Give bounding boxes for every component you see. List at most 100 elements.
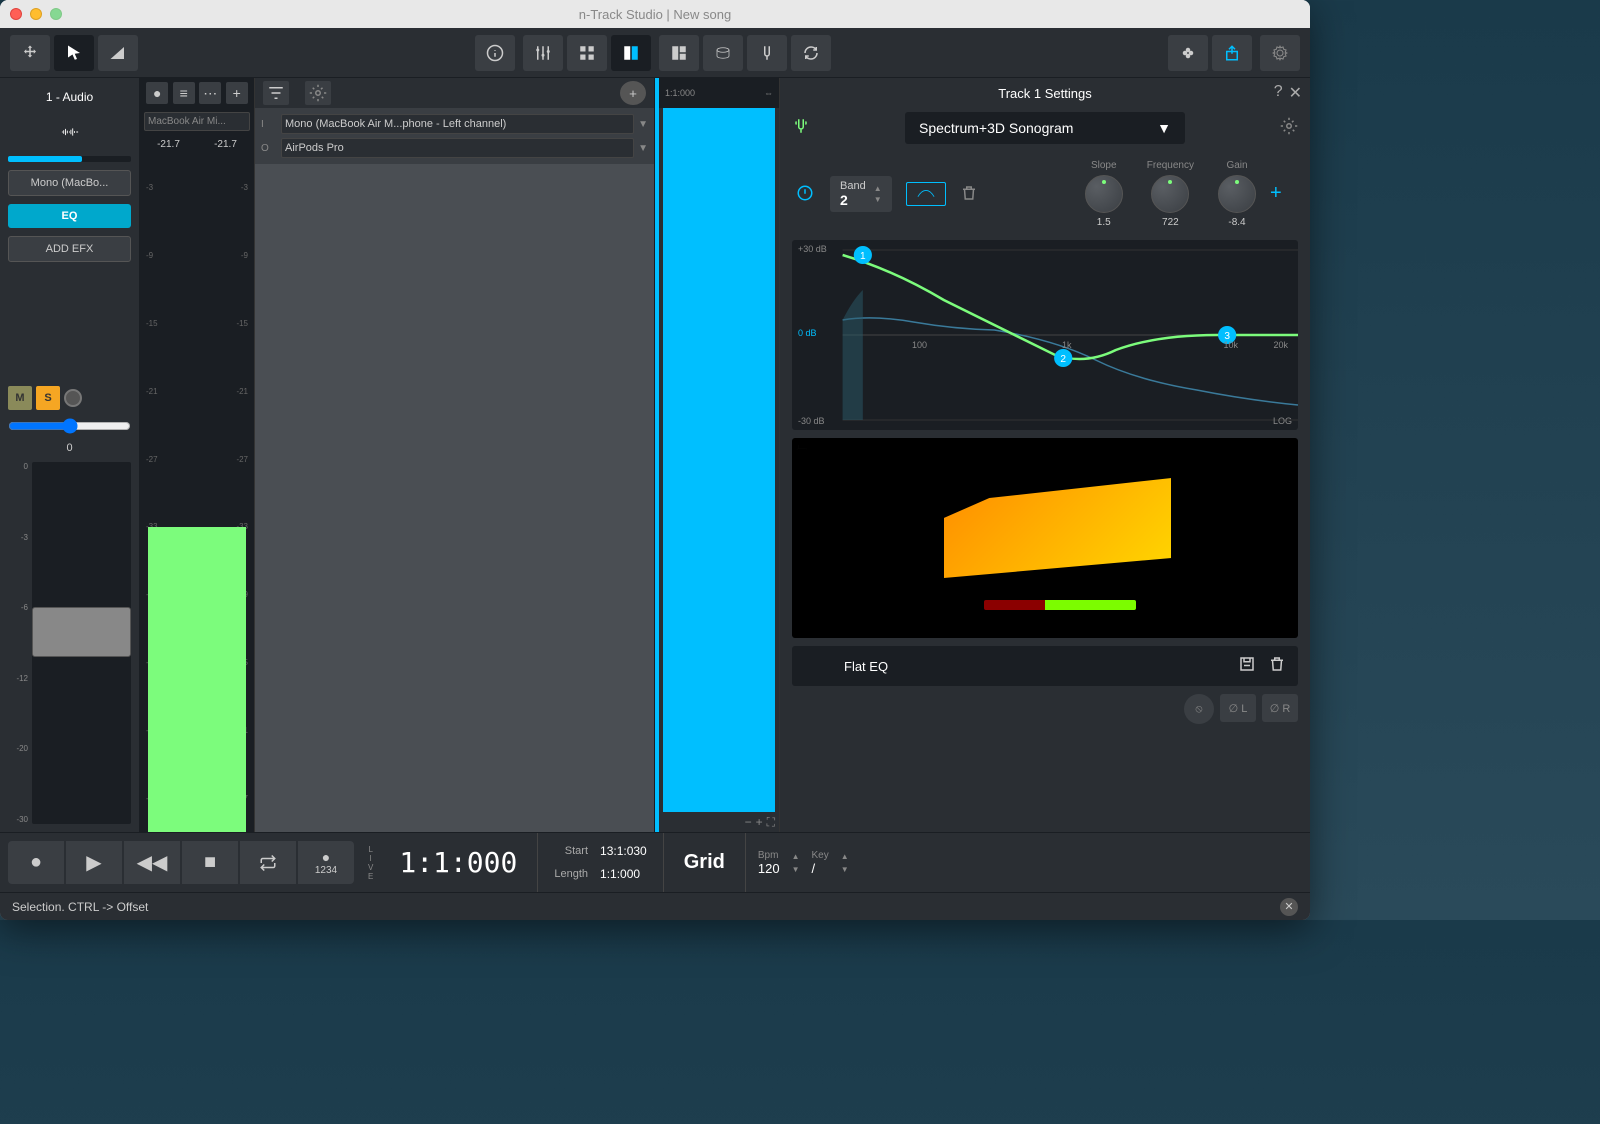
center-gear-button[interactable] xyxy=(305,81,331,105)
cloud-button[interactable] xyxy=(1168,35,1208,71)
rewind-button[interactable]: ◀◀ xyxy=(124,841,180,884)
phase-right-button[interactable]: ∅ R xyxy=(1262,694,1298,722)
save-preset-button[interactable] xyxy=(1238,655,1256,678)
delete-band-button[interactable] xyxy=(960,184,978,205)
fit-icon[interactable]: ⇔ xyxy=(764,88,773,98)
delete-preset-button[interactable] xyxy=(1268,655,1286,678)
maximize-window-button[interactable] xyxy=(50,8,62,20)
record-button[interactable]: ● xyxy=(8,841,64,884)
sonogram-3d[interactable] xyxy=(792,438,1298,638)
preset-name[interactable]: Flat EQ xyxy=(804,659,1226,674)
start-value[interactable]: 13:1:030 xyxy=(600,844,647,858)
track-input-select[interactable]: Mono (MacBook Air M...phone - Left chann… xyxy=(281,114,634,134)
eq-power-button[interactable] xyxy=(796,184,816,204)
fade-tool-button[interactable] xyxy=(98,35,138,71)
input-label: I xyxy=(261,119,277,130)
svg-text:2: 2 xyxy=(1060,354,1066,365)
db-right: -21.7 xyxy=(214,139,237,150)
mute-button[interactable]: M xyxy=(8,386,32,410)
tuner-button[interactable] xyxy=(747,35,787,71)
band-down-button[interactable]: ▼ xyxy=(874,195,882,204)
mixer-button[interactable] xyxy=(523,35,563,71)
audio-region[interactable] xyxy=(663,108,775,812)
timeline[interactable]: 1:1:000 ⇔ − + ⛶ xyxy=(655,78,780,832)
band-up-button[interactable]: ▲ xyxy=(874,184,882,193)
grid-view-button[interactable] xyxy=(567,35,607,71)
time-display[interactable]: 1:1:000 xyxy=(379,833,537,892)
gain-knob[interactable] xyxy=(1218,175,1256,213)
band-selector[interactable]: Band 2 ▲▼ xyxy=(830,176,892,212)
pan-slider[interactable] xyxy=(8,418,131,434)
bpm-value[interactable]: 120 xyxy=(758,861,780,876)
frequency-value: 722 xyxy=(1162,217,1179,228)
solo-button[interactable]: S xyxy=(36,386,60,410)
display-mode-select[interactable]: Spectrum+3D Sonogram▼ xyxy=(905,112,1185,144)
count-in-button[interactable]: ● 1234 xyxy=(298,841,354,884)
output-label: O xyxy=(261,143,277,154)
status-close-button[interactable]: ✕ xyxy=(1280,898,1298,916)
track-output-select[interactable]: AirPods Pro xyxy=(281,138,634,158)
close-panel-button[interactable]: ✕ xyxy=(1289,83,1302,103)
meter-strip: ● ≡ ⋯ + MacBook Air Mi... -21.7 -21.7 -3… xyxy=(140,78,255,832)
track-level-meter xyxy=(8,156,131,162)
panel-settings-button[interactable] xyxy=(1280,117,1298,140)
record-arm-button[interactable] xyxy=(64,389,82,407)
settings-button[interactable] xyxy=(1260,35,1300,71)
length-value[interactable]: 1:1:000 xyxy=(600,867,647,881)
close-window-button[interactable] xyxy=(10,8,22,20)
filter-button[interactable] xyxy=(263,81,289,105)
length-label: Length xyxy=(554,868,588,880)
zoom-in-button[interactable]: + xyxy=(756,815,763,829)
minimize-window-button[interactable] xyxy=(30,8,42,20)
add-band-button[interactable]: + xyxy=(1270,182,1294,206)
filter-shape-button[interactable] xyxy=(906,182,946,206)
track-panel: 1 - Audio Mono (MacBo... EQ ADD EFX M S … xyxy=(0,78,140,832)
slope-knob[interactable] xyxy=(1085,175,1123,213)
layout-button[interactable] xyxy=(659,35,699,71)
loop-button[interactable] xyxy=(240,841,296,884)
phase-left-button[interactable]: ∅ L xyxy=(1220,694,1256,722)
cursor-icon xyxy=(65,44,83,62)
meter-record-button[interactable]: ● xyxy=(146,82,168,104)
meter-more-button[interactable]: ⋯ xyxy=(199,82,221,104)
info-button[interactable] xyxy=(475,35,515,71)
key-value[interactable]: / xyxy=(811,861,828,876)
refresh-button[interactable] xyxy=(791,35,831,71)
db-left: -21.7 xyxy=(157,139,180,150)
snap-mode[interactable]: Grid xyxy=(663,833,745,892)
eq-button[interactable]: EQ xyxy=(8,204,131,228)
phase-invert-button[interactable]: ⦸ xyxy=(1184,694,1214,724)
titlebar: n-Track Studio | New song xyxy=(0,0,1310,28)
move-tool-button[interactable] xyxy=(10,35,50,71)
track-settings-panel: Track 1 Settings ? ✕ Spectrum+3D Sonogra… xyxy=(780,78,1310,832)
key-down-button[interactable]: ▼ xyxy=(841,865,849,874)
drums-button[interactable] xyxy=(703,35,743,71)
add-efx-button[interactable]: ADD EFX xyxy=(8,236,131,262)
input-select[interactable]: Mono (MacBo... xyxy=(8,170,131,196)
bpm-up-button[interactable]: ▲ xyxy=(792,852,800,861)
tuning-fork-icon xyxy=(792,117,810,140)
add-track-button[interactable]: + xyxy=(620,81,646,105)
frequency-knob[interactable] xyxy=(1151,175,1189,213)
select-tool-button[interactable] xyxy=(54,35,94,71)
eq-graph[interactable]: 1 2 3 +30 dB 0 dB -30 dB 100 1k 10k 20k … xyxy=(792,240,1298,430)
key-label: Key xyxy=(811,850,828,861)
volume-fader[interactable] xyxy=(32,462,131,824)
fader-scale: 0 -3 -6 -12 -20 -30 xyxy=(8,462,28,824)
stop-button[interactable]: ■ xyxy=(182,841,238,884)
slope-label: Slope xyxy=(1091,160,1117,171)
fullscreen-button[interactable]: ⛶ xyxy=(767,815,775,830)
bpm-down-button[interactable]: ▼ xyxy=(792,865,800,874)
slope-value: 1.5 xyxy=(1097,217,1111,228)
help-button[interactable]: ? xyxy=(1274,83,1283,103)
meter-menu-button[interactable]: ≡ xyxy=(173,82,195,104)
play-button[interactable]: ▶ xyxy=(66,841,122,884)
meter-input-select[interactable]: MacBook Air Mi... xyxy=(144,112,250,131)
key-up-button[interactable]: ▲ xyxy=(841,852,849,861)
meter-add-button[interactable]: + xyxy=(226,82,248,104)
panels-button[interactable] xyxy=(611,35,651,71)
share-button[interactable] xyxy=(1212,35,1252,71)
mixer-icon xyxy=(534,44,552,62)
window-title: n-Track Studio | New song xyxy=(579,7,731,22)
zoom-out-button[interactable]: − xyxy=(745,815,752,829)
